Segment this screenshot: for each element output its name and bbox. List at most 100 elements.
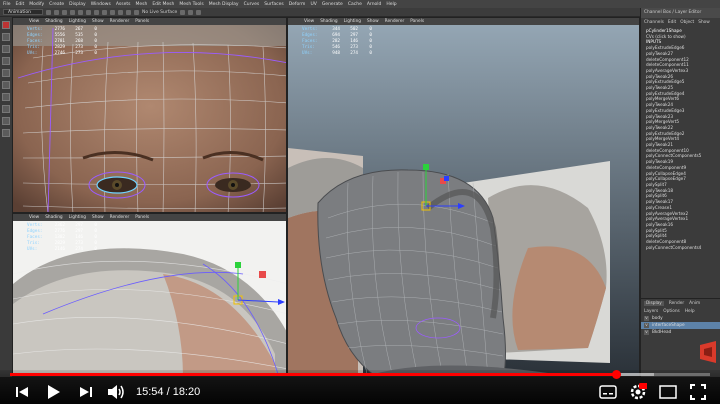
lighting-menu[interactable]: Lighting — [344, 19, 361, 24]
edit-menu[interactable]: Edit — [668, 20, 676, 25]
select-component-icon[interactable] — [102, 9, 107, 15]
show-menu[interactable]: Show — [698, 20, 710, 25]
options-menu[interactable]: Options — [663, 309, 680, 314]
input-node[interactable]: polyConnectComponents4 — [646, 245, 720, 251]
viewport-top-left[interactable]: View Shading Lighting Show Renderer Pane… — [12, 17, 287, 213]
panels-menu[interactable]: Panels — [135, 215, 149, 220]
show-menu[interactable]: Show — [92, 19, 104, 24]
select-hierarchy-icon[interactable] — [86, 9, 91, 15]
render-settings-icon[interactable] — [196, 9, 202, 15]
tab-render[interactable]: Render — [669, 301, 684, 306]
menu-arnold[interactable]: Arnold — [367, 2, 382, 7]
mode-selector[interactable]: Animation — [3, 9, 43, 15]
viewport-bottom-left[interactable]: View Shading Lighting Show Renderer Pane… — [12, 213, 287, 377]
select-object-icon[interactable] — [94, 9, 99, 15]
side-by-side-layout-icon[interactable] — [2, 117, 10, 125]
menu-modify[interactable]: Modify — [29, 2, 44, 7]
play-button[interactable] — [44, 384, 62, 400]
menu-file[interactable]: File — [3, 2, 11, 7]
played-bar — [10, 373, 617, 376]
render-icon[interactable] — [180, 9, 186, 15]
snap-curve-icon[interactable] — [118, 9, 123, 15]
open-scene-icon[interactable] — [54, 9, 59, 15]
select-tool-icon[interactable] — [2, 21, 10, 29]
rotate-tool-icon[interactable] — [2, 69, 10, 77]
shading-menu[interactable]: Shading — [320, 19, 337, 24]
view-menu[interactable]: View — [29, 19, 39, 24]
visibility-toggle[interactable]: V — [644, 323, 649, 328]
poly-count-hud: Verts: 344 502 0 Edges: 694 297 0 Faces: 282 146… — [302, 27, 372, 56]
menu-assets[interactable]: Assets — [116, 2, 131, 7]
menu-display[interactable]: Display — [69, 2, 86, 7]
menu-windows[interactable]: Windows — [91, 2, 111, 7]
lighting-menu[interactable]: Lighting — [69, 19, 86, 24]
previous-button[interactable] — [14, 384, 30, 400]
undo-icon[interactable] — [70, 9, 75, 15]
renderer-menu[interactable]: Renderer — [110, 215, 130, 220]
menu-edit[interactable]: Edit — [16, 2, 25, 7]
menu-help[interactable]: Help — [386, 2, 396, 7]
visibility-toggle[interactable]: V — [644, 316, 649, 321]
move-tool-icon[interactable] — [2, 57, 10, 65]
scale-tool-icon[interactable] — [2, 81, 10, 89]
layer-row[interactable]: V BkdHead — [641, 329, 720, 336]
four-pane-layout-icon[interactable] — [2, 105, 10, 113]
menu-mesh-tools[interactable]: Mesh Tools — [179, 2, 203, 7]
layers-menu[interactable]: Layers — [644, 309, 658, 314]
paint-select-icon[interactable] — [2, 45, 10, 53]
miniplayer-button[interactable] — [658, 384, 678, 400]
menu-deform[interactable]: Deform — [289, 2, 306, 7]
visibility-toggle[interactable]: V — [644, 330, 649, 335]
menu-edit-mesh[interactable]: Edit Mesh — [152, 2, 174, 7]
magnet-icon[interactable] — [134, 9, 139, 15]
shading-menu[interactable]: Shading — [45, 19, 62, 24]
show-menu[interactable]: Show — [92, 215, 104, 220]
outliner-layout-icon[interactable] — [2, 129, 10, 137]
progress-bar[interactable] — [10, 370, 710, 379]
menu-generate[interactable]: Generate — [322, 2, 343, 7]
renderer-menu[interactable]: Renderer — [385, 19, 405, 24]
ipr-render-icon[interactable] — [188, 9, 194, 15]
menu-uv[interactable]: UV — [310, 2, 316, 7]
menu-mesh-display[interactable]: Mesh Display — [209, 2, 239, 7]
menu-curves[interactable]: Curves — [244, 2, 260, 7]
captions-button[interactable] — [598, 384, 618, 400]
head-model-scene — [288, 18, 639, 376]
help-menu[interactable]: Help — [685, 309, 695, 314]
tab-anim[interactable]: Anim — [689, 301, 700, 306]
save-scene-icon[interactable] — [62, 9, 67, 15]
snap-grid-icon[interactable] — [110, 9, 115, 15]
live-surface-label: No Live Surface — [142, 9, 178, 15]
single-pane-layout-icon[interactable] — [2, 93, 10, 101]
lighting-menu[interactable]: Lighting — [69, 215, 86, 220]
panels-menu[interactable]: Panels — [410, 19, 424, 24]
channels-menu[interactable]: Channels — [644, 20, 664, 25]
volume-button[interactable] — [106, 384, 126, 400]
panels-menu[interactable]: Panels — [135, 19, 149, 24]
lasso-tool-icon[interactable] — [2, 33, 10, 41]
view-menu[interactable]: View — [304, 19, 314, 24]
redo-icon[interactable] — [78, 9, 83, 15]
menu-create[interactable]: Create — [49, 2, 64, 7]
layer-row[interactable]: Vbody — [641, 315, 720, 322]
view-menu[interactable]: View — [29, 215, 39, 220]
show-menu[interactable]: Show — [367, 19, 379, 24]
renderer-menu[interactable]: Renderer — [110, 19, 130, 24]
shading-menu[interactable]: Shading — [45, 215, 62, 220]
poly-count-hud: Verts: 2362 297 0 Edges: 2776 297 0 Faces: 1382… — [27, 223, 97, 252]
menu-mesh[interactable]: Mesh — [135, 2, 147, 7]
tab-display[interactable]: Display — [644, 300, 664, 306]
menu-cache[interactable]: Cache — [348, 2, 362, 7]
object-menu[interactable]: Object — [680, 20, 694, 25]
channel-box-panel: Channel Box / Layer Editor Channels Edit… — [640, 8, 720, 377]
settings-button[interactable] — [628, 383, 648, 400]
viewport-main[interactable]: View Shading Lighting Show Renderer Pane… — [287, 17, 640, 377]
channel-list: pCylinder1Shape CVs (click to show) INPU… — [641, 26, 720, 250]
layer-row[interactable]: VinterfaceShape — [641, 322, 720, 329]
fullscreen-button[interactable] — [688, 384, 708, 400]
next-button[interactable] — [78, 384, 94, 400]
menu-surfaces[interactable]: Surfaces — [264, 2, 284, 7]
new-scene-icon[interactable] — [46, 9, 51, 15]
snap-point-icon[interactable] — [126, 9, 131, 15]
layer-editor: Display Render Anim Layers Options Help … — [641, 298, 720, 377]
